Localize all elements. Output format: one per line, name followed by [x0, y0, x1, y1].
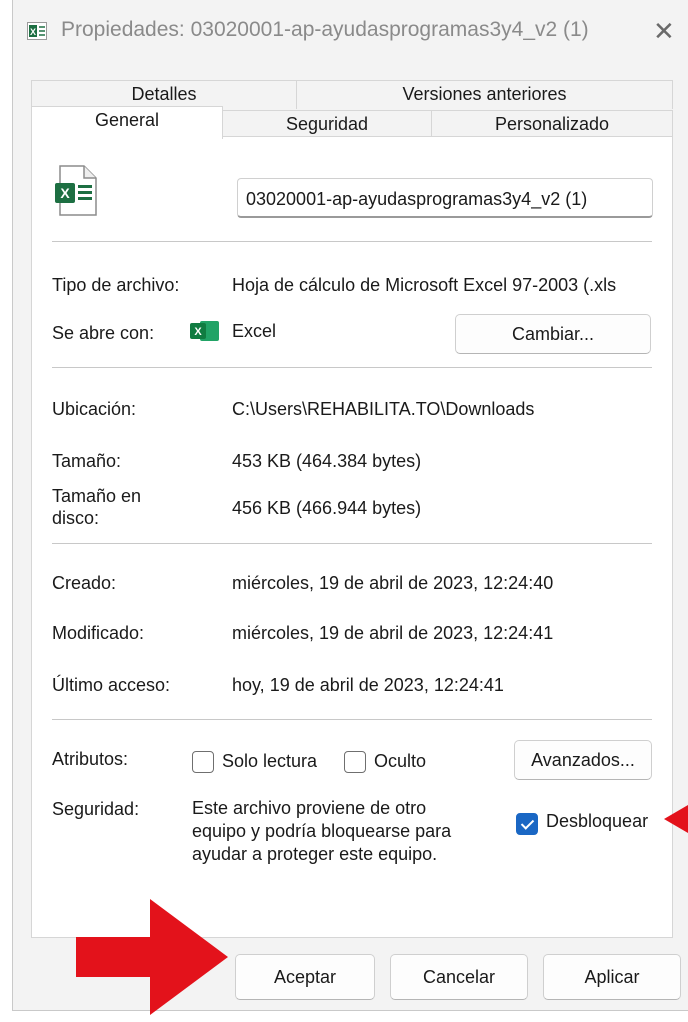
created-label: Creado: — [52, 573, 117, 593]
red-arrow-right-icon — [76, 899, 228, 1015]
cancel-button[interactable]: Cancelar — [390, 954, 528, 1000]
file-type-label: Tipo de archivo: — [52, 275, 180, 295]
security-message-line1: Este archivo proviene de otro — [192, 798, 427, 818]
location-value: C:\Users\REHABILITA.TO\Downloads — [232, 399, 535, 419]
security-message-line2: equipo y podría bloquearse para — [192, 821, 452, 841]
svg-text:X: X — [30, 27, 36, 37]
svg-text:X: X — [60, 185, 70, 201]
size-value: 453 KB (464.384 bytes) — [232, 451, 422, 471]
apply-button[interactable]: Aplicar — [543, 954, 681, 1000]
unblock-label[interactable]: Desbloquear — [546, 811, 652, 832]
change-button[interactable]: Cambiar... — [455, 314, 651, 354]
attributes-label: Atributos: — [52, 749, 129, 769]
excel-spreadsheet-icon: X — [55, 165, 97, 216]
size-on-disk-value: 456 KB (466.944 bytes) — [232, 498, 422, 518]
opens-with-label: Se abre con: — [52, 323, 155, 343]
file-type-value: Hoja de cálculo de Microsoft Excel 97-20… — [232, 275, 617, 295]
tab-versiones-anteriores[interactable]: Versiones anteriores — [296, 80, 673, 109]
security-message: Este archivo proviene de otro equipo y p… — [192, 797, 451, 866]
location-label: Ubicación: — [52, 399, 137, 419]
last-access-label: Último acceso: — [52, 675, 171, 695]
close-icon[interactable]: ✕ — [653, 16, 675, 47]
properties-window: X Propiedades: 03020001-ap-ayudasprogram… — [12, 0, 688, 1011]
file-name-input[interactable]: 03020001-ap-ayudasprogramas3y4_v2 (1) — [237, 178, 653, 218]
opens-with-app: Excel — [232, 321, 277, 341]
tab-seguridad[interactable]: Seguridad — [221, 110, 433, 138]
separator — [52, 241, 652, 242]
title-bar: X Propiedades: 03020001-ap-ayudasprogram… — [13, 0, 688, 66]
separator — [52, 543, 652, 544]
advanced-button[interactable]: Avanzados... — [514, 740, 652, 780]
security-message-line3: ayudar a proteger este equipo. — [192, 844, 438, 864]
tab-personalizado[interactable]: Personalizado — [431, 110, 673, 138]
size-on-disk-label: Tamaño en disco: — [52, 485, 141, 529]
security-label: Seguridad: — [52, 799, 140, 819]
size-on-disk-label-line2: disco: — [52, 508, 100, 528]
readonly-checkbox[interactable] — [192, 751, 214, 773]
hidden-label[interactable]: Oculto — [374, 751, 426, 772]
tab-general[interactable]: General — [31, 106, 223, 139]
window-title: Propiedades: 03020001-ap-ayudasprogramas… — [61, 18, 589, 41]
unblock-checkbox[interactable] — [516, 813, 538, 835]
general-tab-panel: X 03020001-ap-ayudasprogramas3y4_v2 (1) … — [31, 136, 673, 938]
size-label: Tamaño: — [52, 451, 122, 471]
tab-detalles[interactable]: Detalles — [31, 80, 297, 109]
svg-text:X: X — [194, 326, 202, 338]
hidden-checkbox[interactable] — [344, 751, 366, 773]
separator — [52, 367, 652, 368]
red-arrow-left-icon — [664, 805, 688, 833]
excel-app-icon: X — [190, 321, 219, 341]
modified-label: Modificado: — [52, 623, 145, 643]
readonly-label[interactable]: Solo lectura — [222, 751, 317, 772]
created-value: miércoles, 19 de abril de 2023, 12:24:40 — [232, 573, 554, 593]
excel-file-small-icon: X — [27, 22, 47, 40]
accept-button[interactable]: Aceptar — [235, 954, 375, 1000]
size-on-disk-label-line1: Tamaño en — [52, 486, 142, 506]
modified-value: miércoles, 19 de abril de 2023, 12:24:41 — [232, 623, 554, 643]
separator — [52, 719, 652, 720]
last-access-value: hoy, 19 de abril de 2023, 12:24:41 — [232, 675, 504, 695]
